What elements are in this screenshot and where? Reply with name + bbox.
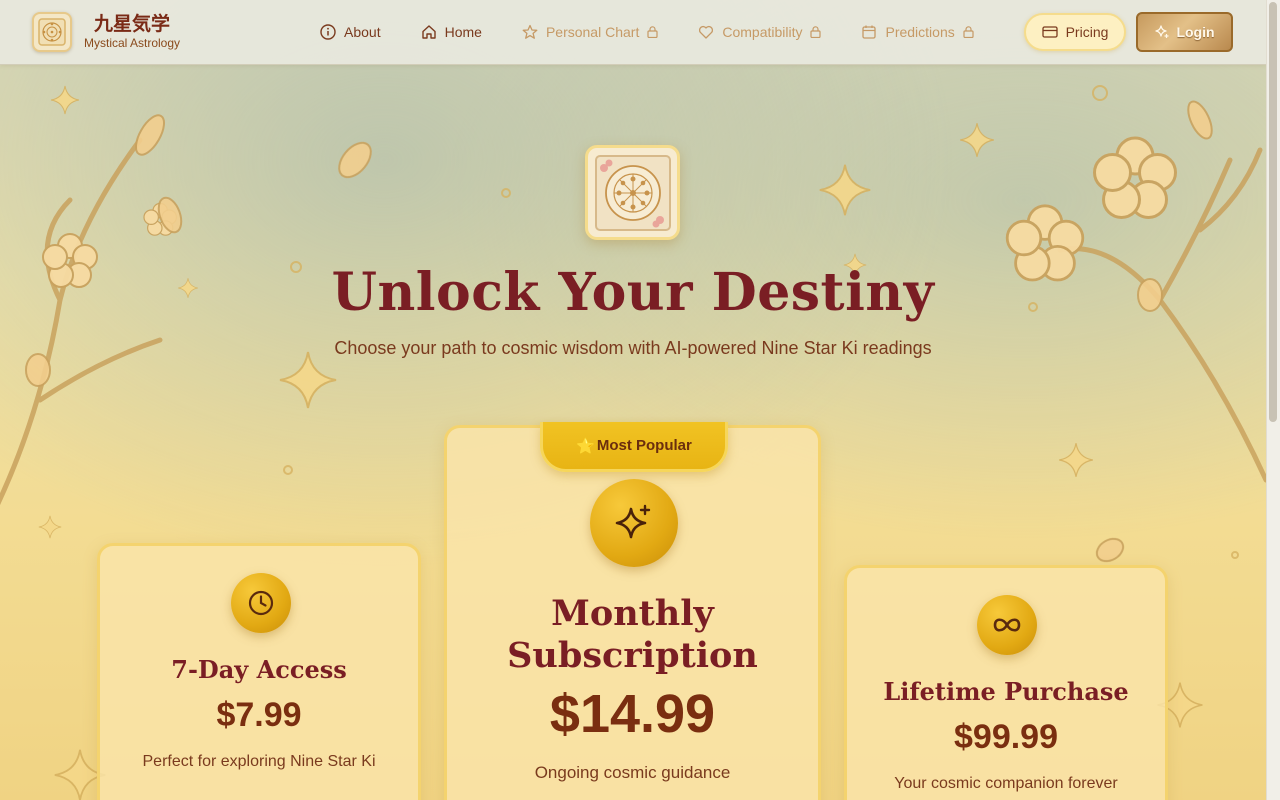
nav-item-predictions[interactable]: Predictions — [861, 16, 974, 48]
infinity-icon — [977, 595, 1037, 655]
heart-icon — [699, 25, 714, 39]
brand[interactable]: 九星気学 Mystical Astrology — [32, 12, 180, 52]
page-scrollbar[interactable] — [1266, 0, 1280, 800]
plan-title: 7-Day Access — [171, 655, 347, 684]
plan-price: $99.99 — [954, 718, 1058, 756]
lock-icon — [647, 26, 658, 38]
sparkles-icon — [590, 479, 678, 567]
plan-description: Ongoing cosmic guidance — [534, 763, 731, 782]
hero-title: Unlock Your Destiny — [331, 262, 935, 323]
plan-card-weekly[interactable]: 7-Day Access $7.99 Perfect for exploring… — [97, 543, 421, 800]
nav-label: Compatibility — [722, 24, 803, 40]
plan-price: $14.99 — [549, 684, 716, 744]
nav-item-home[interactable]: Home — [421, 16, 482, 48]
plan-title: Monthly Subscription — [507, 593, 758, 676]
credit-card-icon — [1041, 26, 1058, 38]
nav-label: Home — [444, 24, 482, 40]
plan-card-lifetime[interactable]: Lifetime Purchase $99.99 Your cosmic com… — [844, 565, 1168, 800]
plan-description: Your cosmic companion forever — [894, 775, 1118, 792]
star-icon: ⭐ — [576, 437, 595, 455]
brand-subtitle: Mystical Astrology — [84, 36, 181, 50]
login-button[interactable]: Login — [1136, 12, 1233, 52]
calendar-icon — [862, 25, 877, 39]
nine-star-emblem-icon — [585, 145, 680, 240]
main-nav: About Home Personal Chart Compatibility … — [320, 0, 1014, 64]
lock-icon — [963, 26, 974, 38]
home-icon — [421, 25, 436, 39]
most-popular-badge: ⭐ Most Popular — [540, 422, 728, 472]
plan-price: $7.99 — [216, 696, 302, 734]
nav-label: Personal Chart — [545, 24, 640, 40]
star-icon — [522, 24, 538, 39]
plan-description: Perfect for exploring Nine Star Ki — [142, 753, 376, 770]
login-label: Login — [1176, 24, 1215, 40]
hero-subtitle: Choose your path to cosmic wisdom with A… — [334, 338, 932, 358]
nav-label: Predictions — [885, 24, 955, 40]
info-icon — [320, 24, 336, 40]
plan-title: Lifetime Purchase — [883, 677, 1129, 706]
nine-star-mandala-icon — [32, 12, 72, 52]
pricing-button[interactable]: Pricing — [1024, 13, 1126, 51]
sparkles-icon — [1155, 25, 1169, 38]
clock-icon — [231, 573, 291, 633]
pricing-label: Pricing — [1065, 24, 1109, 40]
nav-item-personal-chart[interactable]: Personal Chart — [522, 16, 658, 48]
badge-label: Most Popular — [596, 437, 692, 454]
plan-card-monthly[interactable]: ⭐ Most Popular Monthly Subscription $14.… — [444, 422, 821, 800]
top-navigation-bar: 九星気学 Mystical Astrology About Home Perso… — [0, 0, 1266, 65]
nav-item-compatibility[interactable]: Compatibility — [698, 16, 822, 48]
scrollbar-thumb[interactable] — [1269, 2, 1277, 422]
brand-title: 九星気学 — [94, 13, 171, 35]
lock-icon — [810, 26, 822, 38]
nav-label: About — [344, 24, 381, 40]
nav-item-about[interactable]: About — [320, 16, 381, 48]
